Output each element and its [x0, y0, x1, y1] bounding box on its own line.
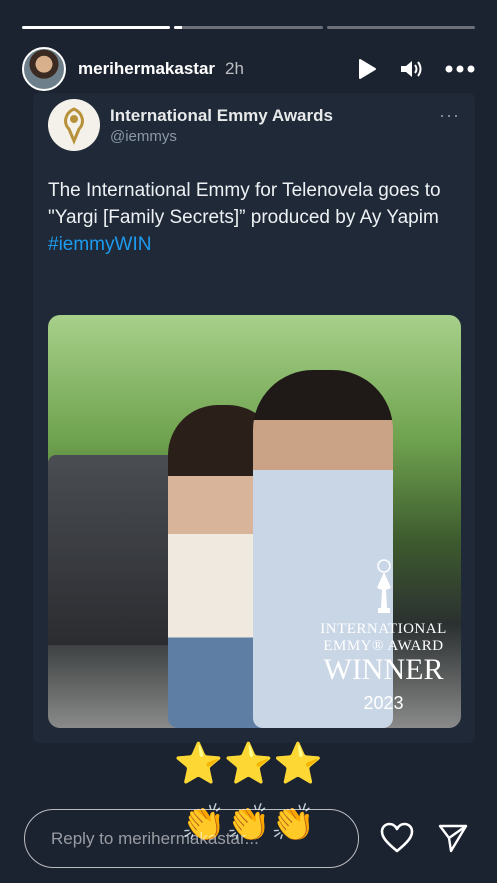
progress-segment	[174, 26, 323, 29]
emmy-logo-avatar	[48, 99, 100, 151]
award-year: 2023	[363, 693, 404, 713]
tweet-photo: INTERNATIONAL EMMY® AWARD WINNER 2023	[48, 315, 461, 728]
reply-input[interactable]	[24, 809, 359, 868]
tweet-display-name: International Emmy Awards	[110, 105, 333, 125]
story-header: merihermakastar 2h	[22, 46, 475, 92]
tweet-hashtag: #iemmyWIN	[48, 234, 152, 255]
tweet-text: The International Emmy for Telenovela go…	[48, 177, 460, 258]
send-icon[interactable]	[437, 822, 469, 859]
volume-icon[interactable]	[399, 58, 423, 80]
emmy-statuette-icon	[376, 559, 391, 613]
story-progress-bar	[22, 26, 475, 29]
tweet-body: The International Emmy for Telenovela go…	[48, 180, 441, 228]
award-line-1: INTERNATIONAL	[320, 621, 447, 637]
progress-segment	[22, 26, 171, 29]
more-icon[interactable]	[445, 65, 475, 73]
username[interactable]: merihermakastar	[78, 59, 215, 79]
post-time: 2h	[225, 59, 244, 78]
emmy-winner-overlay: INTERNATIONAL EMMY® AWARD WINNER 2023	[316, 558, 451, 714]
tweet-more-icon: ···	[439, 104, 460, 125]
avatar[interactable]	[22, 47, 66, 91]
shared-tweet-card[interactable]: International Emmy Awards @iemmys ··· Th…	[33, 93, 475, 743]
award-line-3: WINNER	[323, 653, 444, 686]
heart-icon[interactable]	[380, 822, 414, 859]
play-icon[interactable]	[357, 58, 377, 80]
progress-segment	[326, 26, 475, 29]
star-stickers: ⭐⭐⭐	[173, 742, 324, 786]
tweet-handle: @iemmys	[110, 127, 177, 145]
